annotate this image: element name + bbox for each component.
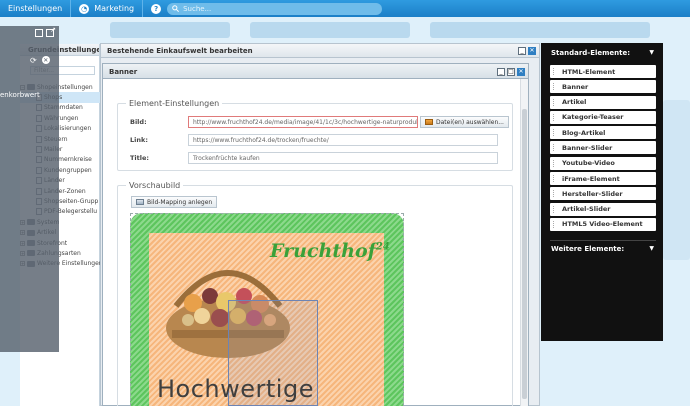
background-tile: [430, 22, 650, 38]
close-button[interactable]: ✕: [528, 47, 536, 55]
link-field[interactable]: https://www.fruchthof24.de/trocken/fruec…: [188, 134, 498, 146]
maximize-button[interactable]: □: [507, 68, 515, 76]
element-settings-legend: Element-Einstellungen: [126, 99, 223, 108]
element-item[interactable]: Artikel: [550, 95, 656, 109]
image-mapping-label: Bild-Mapping anlegen: [147, 198, 213, 206]
element-item[interactable]: HTML-Element: [550, 65, 656, 78]
element-item-label: Banner: [562, 82, 589, 91]
minimize-button[interactable]: _: [518, 47, 526, 55]
minimize-icon[interactable]: [35, 29, 43, 37]
image-label: Bild:: [130, 118, 147, 126]
element-item-label: Kategorie-Teaser: [562, 113, 624, 122]
top-navigation-bar: Einstellungen ◔ Marketing ? Suche...: [0, 0, 690, 17]
element-item-label: Artikel-Slider: [562, 205, 611, 214]
scrollbar-thumb[interactable]: [522, 109, 527, 399]
search-icon: [172, 5, 180, 12]
caret-down-icon[interactable]: ▼: [649, 245, 654, 252]
settings-label: Einstellungen: [8, 4, 63, 13]
element-item[interactable]: Banner: [550, 80, 656, 94]
background-tile: [110, 22, 230, 38]
close-button[interactable]: ✕: [517, 68, 525, 76]
help-icon: ?: [151, 3, 162, 14]
element-item[interactable]: Youtube-Video: [550, 156, 656, 170]
element-item-label: HTML-Element: [562, 67, 616, 76]
elements-panel: Standard-Elemente: ▼ HTML-Element Banner A…: [541, 43, 663, 341]
element-item-label: iFrame-Element: [562, 174, 620, 183]
help-button[interactable]: ?: [143, 0, 162, 17]
element-item-label: Artikel: [562, 98, 587, 107]
element-item-label: Banner-Slider: [562, 143, 613, 152]
select-file-label: Datei(en) auswählen...: [436, 118, 504, 126]
element-settings-fieldset: Element-Einstellungen Bild: http://www.f…: [117, 99, 513, 171]
divider: [550, 240, 656, 241]
pie-chart-icon: ◔: [79, 3, 90, 14]
shopping-world-title: Bestehende Einkaufswelt bearbeiten: [101, 44, 539, 58]
external-link-icon[interactable]: ↗: [46, 26, 56, 37]
vertical-scrollbar[interactable]: [520, 79, 528, 406]
image-icon: [425, 119, 433, 125]
element-item-label: Blog-Artikel: [562, 128, 606, 137]
element-item[interactable]: iFrame-Element: [550, 172, 656, 186]
element-item[interactable]: Blog-Artikel: [550, 126, 656, 140]
preview-legend: Vorschaubild: [126, 181, 184, 190]
nav-settings[interactable]: Einstellungen: [0, 0, 70, 17]
element-item[interactable]: Kategorie-Teaser: [550, 110, 656, 124]
caret-down-icon[interactable]: ▼: [649, 49, 654, 56]
preview-outline: [130, 213, 404, 406]
search-placeholder: Suche...: [183, 4, 212, 13]
standard-elements-list: HTML-Element Banner Artikel Kategorie-Tease…: [550, 65, 656, 233]
standard-elements-title: Standard-Elemente:: [551, 49, 631, 57]
search-input[interactable]: Suche...: [167, 2, 383, 15]
minimize-button[interactable]: _: [497, 68, 505, 76]
left-overlay-panel: ↗ ⟳ ✕ enkorbwert: [0, 26, 59, 352]
element-item-label: HTML5 Video-Element: [562, 220, 643, 229]
marketing-label: Marketing: [94, 4, 135, 13]
close-icon[interactable]: ✕: [41, 56, 50, 64]
element-item[interactable]: Hersteller-Slider: [550, 187, 656, 201]
nav-marketing[interactable]: ◔ Marketing: [71, 0, 142, 17]
element-item[interactable]: HTML5 Video-Element: [550, 217, 656, 231]
banner-window-title: Banner: [103, 64, 528, 79]
background-tile: [663, 100, 690, 260]
title-label: Title:: [130, 154, 150, 162]
more-elements-title: Weitere Elemente:: [551, 245, 625, 253]
panel-label: enkorbwert: [0, 91, 40, 99]
select-file-button[interactable]: Datei(en) auswählen...: [420, 116, 509, 128]
image-mapping-button[interactable]: Bild-Mapping anlegen: [131, 196, 218, 208]
element-item-label: Hersteller-Slider: [562, 189, 623, 198]
mapping-icon: [136, 199, 144, 205]
element-item[interactable]: Banner-Slider: [550, 141, 656, 155]
link-label: Link:: [130, 136, 148, 144]
refresh-icon[interactable]: ⟳: [30, 56, 37, 65]
title-field[interactable]: Trockenfrüchte kaufen: [188, 152, 498, 164]
background-tile: [250, 22, 410, 38]
image-field[interactable]: http://www.fruchthof24.de/media/image/41…: [188, 116, 418, 128]
element-item-label: Youtube-Video: [562, 159, 615, 168]
element-item[interactable]: Artikel-Slider: [550, 202, 656, 216]
